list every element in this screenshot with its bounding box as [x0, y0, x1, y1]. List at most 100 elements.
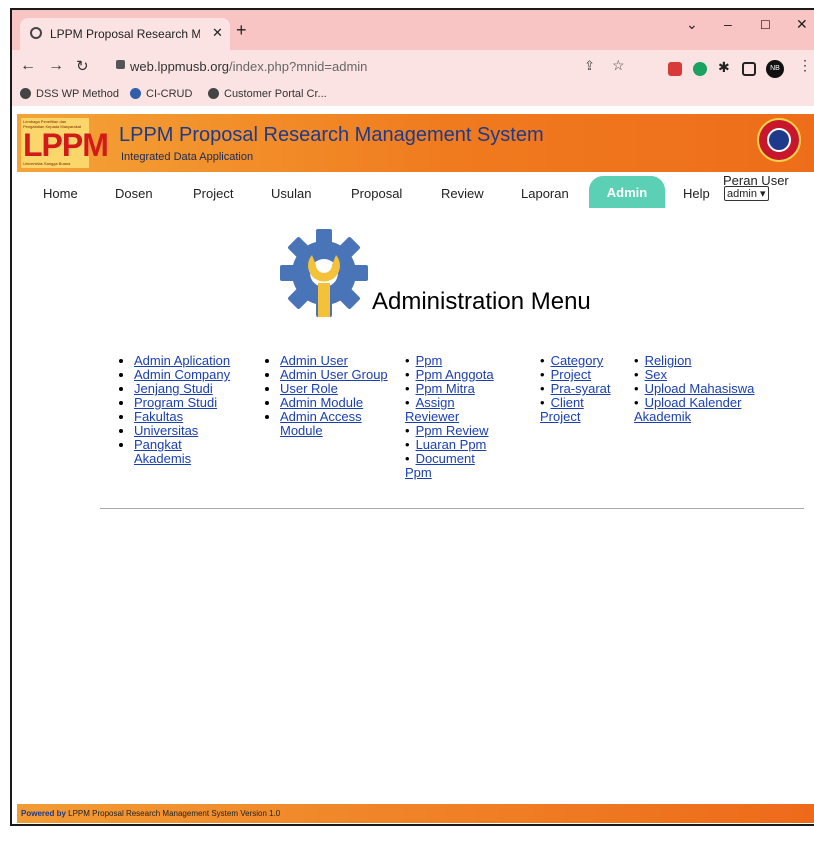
admin-link[interactable]: Admin User Group: [280, 367, 388, 382]
settings-gear-icon: [280, 229, 368, 317]
admin-link[interactable]: Assign Reviewer: [405, 395, 459, 424]
grammarly-icon[interactable]: [693, 62, 707, 76]
address-bar[interactable]: web.lppmusb.org/index.php?mnid=admin ⇪ ☆: [108, 55, 652, 79]
side-panel-icon[interactable]: [742, 62, 756, 76]
list-item: Admin Access Module: [280, 410, 370, 438]
list-item: User Role: [280, 382, 402, 396]
footer-text: LPPM Proposal Research Management System…: [68, 809, 281, 818]
menu-proposal[interactable]: Proposal: [351, 186, 402, 201]
list-item: Project: [540, 368, 624, 382]
share-icon[interactable]: ⇪: [584, 58, 595, 74]
browser-tab[interactable]: LPPM Proposal Research Manage ✕: [20, 18, 230, 50]
menu-review[interactable]: Review: [441, 186, 484, 201]
list-item: Client Project: [540, 396, 610, 424]
extension-red-icon[interactable]: [668, 62, 682, 76]
list-item: Sex: [634, 368, 774, 382]
list-item: Ppm Anggota: [405, 368, 505, 382]
list-item: Pangkat Akademis: [134, 438, 204, 466]
bookmark-star-icon[interactable]: ☆: [612, 57, 625, 74]
bookmark-item[interactable]: DSS WP Method: [20, 88, 119, 100]
tab-search-icon[interactable]: ⌄: [686, 16, 698, 33]
profile-avatar[interactable]: NB: [766, 60, 784, 78]
admin-link[interactable]: User Role: [280, 381, 338, 396]
window-close-icon[interactable]: ✕: [796, 16, 808, 33]
admin-link[interactable]: Upload Mahasiswa: [645, 381, 755, 396]
admin-links-column-3: Ppm Ppm Anggota Ppm Mitra Assign Reviewe…: [405, 354, 505, 480]
list-item: Admin User Group: [280, 368, 402, 382]
content-divider: [100, 508, 804, 509]
admin-link[interactable]: Luaran Ppm: [416, 437, 487, 452]
admin-link[interactable]: Admin Access Module: [280, 409, 362, 438]
minimize-icon[interactable]: –: [724, 16, 732, 32]
bookmarks-bar: DSS WP Method CI-CRUD Customer Portal Cr…: [12, 84, 814, 106]
admin-link[interactable]: Religion: [645, 353, 692, 368]
menu-dosen[interactable]: Dosen: [115, 186, 153, 201]
reload-icon[interactable]: ↻: [76, 57, 89, 75]
admin-link[interactable]: Pangkat Akademis: [134, 437, 191, 466]
new-tab-button[interactable]: +: [236, 20, 247, 41]
admin-link[interactable]: Project: [551, 367, 591, 382]
globe-icon: [20, 88, 31, 99]
admin-link[interactable]: Upload Kalender Akademik: [634, 395, 741, 424]
list-item: Ppm Mitra: [405, 382, 505, 396]
admin-link[interactable]: Admin User: [280, 353, 348, 368]
extensions-puzzle-icon[interactable]: ✱: [718, 59, 732, 75]
admin-link[interactable]: Ppm: [416, 353, 443, 368]
menu-admin[interactable]: Admin: [589, 176, 665, 208]
site-header: Lembaga Penelitian dan Pengabdian Kepada…: [17, 114, 814, 172]
admin-link[interactable]: Ppm Review: [416, 423, 489, 438]
admin-link[interactable]: Document Ppm: [405, 451, 475, 480]
admin-link[interactable]: Ppm Mitra: [416, 381, 475, 396]
admin-links-column-4: Category Project Pra-syarat Client Proje…: [540, 354, 624, 424]
admin-links-column-1: Admin Aplication Admin Company Jenjang S…: [120, 354, 260, 466]
menu-home[interactable]: Home: [43, 186, 78, 201]
back-icon[interactable]: ←: [20, 57, 36, 75]
admin-link[interactable]: Admin Company: [134, 367, 230, 382]
more-menu-icon[interactable]: ⋮: [798, 57, 812, 74]
footer-powered: Powered by: [21, 809, 66, 818]
admin-links-column-5: Religion Sex Upload Mahasiswa Upload Kal…: [634, 354, 774, 424]
list-item: Admin User: [280, 354, 402, 368]
list-item: Ppm: [405, 354, 505, 368]
list-item: Admin Module: [280, 396, 402, 410]
admin-link[interactable]: Program Studi: [134, 395, 217, 410]
menu-project[interactable]: Project: [193, 186, 233, 201]
url-host: web.lppmusb.org: [130, 59, 229, 74]
globe-icon: [30, 27, 42, 39]
admin-link[interactable]: Ppm Anggota: [416, 367, 494, 382]
menu-usulan[interactable]: Usulan: [271, 186, 311, 201]
admin-link[interactable]: Admin Aplication: [134, 353, 230, 368]
admin-link[interactable]: Client Project: [540, 395, 584, 424]
url-path: /index.php?mnid=admin: [229, 59, 368, 74]
admin-link[interactable]: Jenjang Studi: [134, 381, 213, 396]
university-seal-logo: [757, 118, 801, 162]
role-select[interactable]: admin ▾: [724, 186, 769, 201]
admin-link[interactable]: Universitas: [134, 423, 198, 438]
menu-help[interactable]: Help: [683, 186, 710, 201]
lppm-logo: Lembaga Penelitian dan Pengabdian Kepada…: [21, 118, 109, 168]
list-item: Category: [540, 354, 624, 368]
list-item: Program Studi: [134, 396, 260, 410]
admin-links-column-2: Admin User Admin User Group User Role Ad…: [266, 354, 402, 438]
close-tab-icon[interactable]: ✕: [212, 25, 223, 41]
site-footer: Powered by LPPM Proposal Research Manage…: [17, 804, 814, 823]
system-title: LPPM Proposal Research Management System: [119, 124, 544, 146]
admin-link[interactable]: Pra-syarat: [551, 381, 611, 396]
forward-icon[interactable]: →: [48, 57, 64, 75]
bookmark-app-icon: [130, 88, 141, 99]
admin-link[interactable]: Sex: [645, 367, 667, 382]
list-item: Pra-syarat: [540, 382, 624, 396]
list-item: Upload Mahasiswa: [634, 382, 774, 396]
admin-link[interactable]: Category: [551, 353, 604, 368]
system-subtitle: Integrated Data Application: [121, 151, 254, 163]
bookmark-item[interactable]: Customer Portal Cr...: [208, 88, 327, 100]
bookmark-item[interactable]: CI-CRUD: [130, 88, 192, 100]
admin-link[interactable]: Fakultas: [134, 409, 183, 424]
menu-laporan[interactable]: Laporan: [521, 186, 569, 201]
list-item: Upload Kalender Akademik: [634, 396, 764, 424]
lock-icon: [116, 60, 125, 69]
maximize-icon[interactable]: ☐: [760, 18, 771, 32]
admin-link[interactable]: Admin Module: [280, 395, 363, 410]
list-item: Luaran Ppm: [405, 438, 505, 452]
list-item: Document Ppm: [405, 452, 495, 480]
